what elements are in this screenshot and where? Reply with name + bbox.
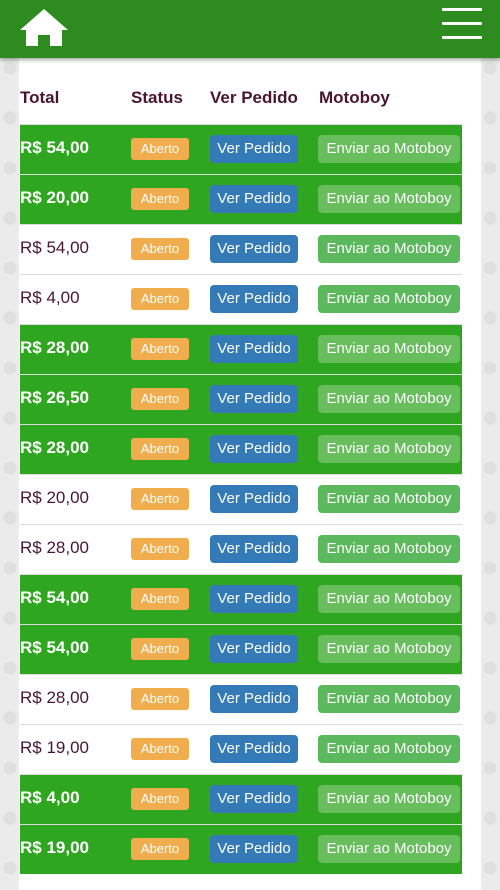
view-order-button[interactable]: Ver Pedido (210, 335, 298, 363)
view-order-button[interactable]: Ver Pedido (210, 635, 298, 663)
order-total: R$ 19,00 (20, 738, 89, 757)
view-order-button[interactable]: Ver Pedido (210, 835, 298, 863)
hamburger-menu-icon[interactable] (442, 8, 482, 39)
view-order-button[interactable]: Ver Pedido (210, 735, 298, 763)
table-row: R$ 54,00 Aberto Ver Pedido Enviar ao Motobo… (20, 624, 462, 674)
view-order-button[interactable]: Ver Pedido (210, 185, 298, 213)
status-badge: Aberto (131, 488, 189, 510)
status-badge: Aberto (131, 138, 189, 160)
send-to-motoboy-button[interactable]: Enviar ao Motoboy (318, 285, 460, 313)
send-to-motoboy-button[interactable]: Enviar ao Motoboy (318, 835, 460, 863)
status-badge: Aberto (131, 338, 189, 360)
table-row: R$ 54,00 Aberto Ver Pedido Enviar ao Motobo… (20, 224, 462, 274)
table-header: Total Status Ver Pedido Motoboy (20, 70, 462, 124)
table-row: R$ 28,00 Aberto Ver Pedido Enviar ao Motobo… (20, 424, 462, 474)
table-row: R$ 20,00 Aberto Ver Pedido Enviar ao Motobo… (20, 474, 462, 524)
table-row: R$ 28,00 Aberto Ver Pedido Enviar ao Motobo… (20, 324, 462, 374)
table-row: R$ 19,00 Aberto Ver Pedido Enviar ao Motobo… (20, 724, 462, 774)
order-total: R$ 20,00 (20, 188, 89, 207)
table-row: R$ 19,00 Aberto Ver Pedido Enviar ao Motobo… (20, 824, 462, 874)
table-row: R$ 54,00 Aberto Ver Pedido Enviar ao Motobo… (20, 574, 462, 624)
send-to-motoboy-button[interactable]: Enviar ao Motoboy (318, 585, 460, 613)
send-to-motoboy-button[interactable]: Enviar ao Motoboy (318, 735, 460, 763)
status-badge: Aberto (131, 188, 189, 210)
order-total: R$ 54,00 (20, 638, 89, 657)
table-row: R$ 54,00 Aberto Ver Pedido Enviar ao Motobo… (20, 124, 462, 174)
send-to-motoboy-button[interactable]: Enviar ao Motoboy (318, 785, 460, 813)
table-body: R$ 54,00 Aberto Ver Pedido Enviar ao Motobo… (20, 124, 462, 874)
order-total: R$ 20,00 (20, 488, 89, 507)
view-order-button[interactable]: Ver Pedido (210, 685, 298, 713)
view-order-button[interactable]: Ver Pedido (210, 785, 298, 813)
status-badge: Aberto (131, 638, 189, 660)
top-app-bar (0, 0, 500, 58)
table-row: R$ 4,00 Aberto Ver Pedido Enviar ao Motoboy (20, 274, 462, 324)
send-to-motoboy-button[interactable]: Enviar ao Motoboy (318, 135, 460, 163)
status-badge: Aberto (131, 388, 189, 410)
status-badge: Aberto (131, 288, 189, 310)
status-badge: Aberto (131, 788, 189, 810)
view-order-button[interactable]: Ver Pedido (210, 485, 298, 513)
table-row: R$ 4,00 Aberto Ver Pedido Enviar ao Motoboy (20, 774, 462, 824)
column-header-status: Status (131, 88, 183, 107)
send-to-motoboy-button[interactable]: Enviar ao Motoboy (318, 435, 460, 463)
view-order-button[interactable]: Ver Pedido (210, 285, 298, 313)
order-total: R$ 54,00 (20, 138, 89, 157)
view-order-button[interactable]: Ver Pedido (210, 535, 298, 563)
status-badge: Aberto (131, 538, 189, 560)
table-row: R$ 26,50 Aberto Ver Pedido Enviar ao Motobo… (20, 374, 462, 424)
view-order-button[interactable]: Ver Pedido (210, 235, 298, 263)
send-to-motoboy-button[interactable]: Enviar ao Motoboy (318, 535, 460, 563)
order-total: R$ 54,00 (20, 238, 89, 257)
order-total: R$ 28,00 (20, 338, 89, 357)
status-badge: Aberto (131, 738, 189, 760)
view-order-button[interactable]: Ver Pedido (210, 135, 298, 163)
order-total: R$ 54,00 (20, 588, 89, 607)
order-total: R$ 4,00 (20, 788, 80, 807)
orders-table: Total Status Ver Pedido Motoboy R$ 54,00… (20, 70, 462, 874)
send-to-motoboy-button[interactable]: Enviar ao Motoboy (318, 685, 460, 713)
order-total: R$ 4,00 (20, 288, 80, 307)
send-to-motoboy-button[interactable]: Enviar ao Motoboy (318, 185, 460, 213)
table-row: R$ 28,00 Aberto Ver Pedido Enviar ao Motobo… (20, 524, 462, 574)
view-order-button[interactable]: Ver Pedido (210, 585, 298, 613)
status-badge: Aberto (131, 438, 189, 460)
order-total: R$ 28,00 (20, 438, 89, 457)
order-total: R$ 28,00 (20, 688, 89, 707)
home-icon[interactable] (16, 6, 72, 48)
send-to-motoboy-button[interactable]: Enviar ao Motoboy (318, 635, 460, 663)
send-to-motoboy-button[interactable]: Enviar ao Motoboy (318, 385, 460, 413)
order-total: R$ 26,50 (20, 388, 89, 407)
view-order-button[interactable]: Ver Pedido (210, 435, 298, 463)
column-header-ver-pedido: Ver Pedido (210, 88, 298, 107)
column-header-motoboy: Motoboy (319, 88, 390, 107)
status-badge: Aberto (131, 838, 189, 860)
status-badge: Aberto (131, 688, 189, 710)
order-total: R$ 28,00 (20, 538, 89, 557)
send-to-motoboy-button[interactable]: Enviar ao Motoboy (318, 485, 460, 513)
table-row: R$ 28,00 Aberto Ver Pedido Enviar ao Motobo… (20, 674, 462, 724)
view-order-button[interactable]: Ver Pedido (210, 385, 298, 413)
order-total: R$ 19,00 (20, 838, 89, 857)
status-badge: Aberto (131, 238, 189, 260)
column-header-total: Total (20, 88, 60, 107)
status-badge: Aberto (131, 588, 189, 610)
send-to-motoboy-button[interactable]: Enviar ao Motoboy (318, 335, 460, 363)
send-to-motoboy-button[interactable]: Enviar ao Motoboy (318, 235, 460, 263)
table-row: R$ 20,00 Aberto Ver Pedido Enviar ao Motobo… (20, 174, 462, 224)
